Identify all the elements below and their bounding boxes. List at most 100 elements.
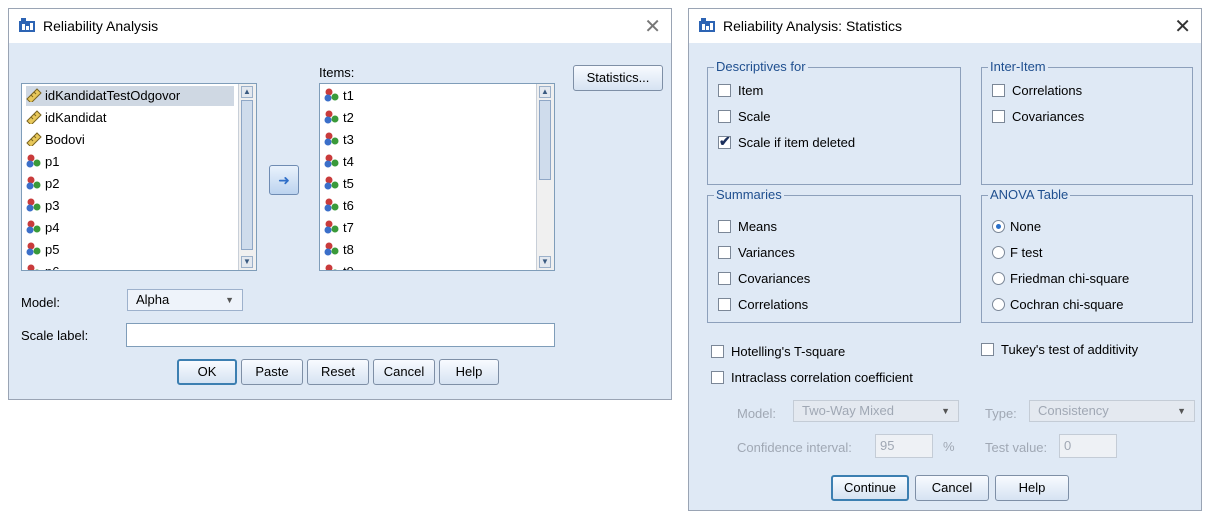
variances-checkbox[interactable] (718, 246, 731, 259)
anova-none-radio[interactable] (992, 220, 1005, 233)
item-variable[interactable]: t2 (324, 108, 354, 128)
icc-model-value: Two-Way Mixed (802, 403, 894, 418)
close-icon[interactable]: ✕ (1174, 14, 1191, 39)
reliability-analysis-dialog: Reliability Analysis ✕ idKandidatTestOdg… (8, 8, 672, 400)
item-variable[interactable]: t4 (324, 152, 354, 172)
inter-item-correlations-checkbox[interactable] (992, 84, 1005, 97)
scroll-up-arrow[interactable]: ▲ (539, 86, 551, 98)
cancel-button[interactable]: Cancel (373, 359, 435, 385)
item-variable[interactable]: t7 (324, 218, 354, 238)
reset-button[interactable]: Reset (307, 359, 369, 385)
hotelling-checkbox[interactable] (711, 345, 724, 358)
confidence-interval-label: Confidence interval: (737, 440, 852, 455)
model-dropdown[interactable]: Alpha ▼ (127, 289, 243, 311)
help-button[interactable]: Help (995, 475, 1069, 501)
source-variable-item[interactable]: Bodovi (26, 130, 234, 150)
icc-type-dropdown[interactable]: Consistency ▼ (1029, 400, 1195, 422)
means-checkbox[interactable] (718, 220, 731, 233)
inter-item-covariances-checkbox[interactable] (992, 110, 1005, 123)
item-variable[interactable]: t8 (324, 240, 354, 260)
nominal-icon (26, 176, 42, 190)
scroll-thumb[interactable] (241, 100, 253, 250)
test-value-input[interactable]: 0 (1059, 434, 1117, 458)
anova-none-label: None (1010, 219, 1042, 234)
scroll-down-arrow[interactable]: ▼ (539, 256, 551, 268)
descriptives-group: Descriptives for Item Scale ✔ Scale if i… (707, 59, 961, 185)
variable-name: t2 (343, 110, 354, 125)
item-variable[interactable]: t3 (324, 130, 354, 150)
tukey-checkbox[interactable] (981, 343, 994, 356)
anova-ftest-radio[interactable] (992, 246, 1005, 259)
scroll-thumb[interactable] (539, 100, 551, 180)
tukey-label: Tukey's test of additivity (1001, 342, 1139, 357)
ok-button[interactable]: OK (177, 359, 237, 385)
nominal-icon (26, 198, 42, 212)
anova-friedman-label: Friedman chi-square (1010, 271, 1130, 286)
inter-item-correlations-label: Correlations (1012, 83, 1083, 98)
variable-name: p1 (45, 154, 60, 169)
scroll-up-arrow[interactable]: ▲ (241, 86, 253, 98)
icc-type-label: Type: (985, 406, 1017, 421)
summaries-group: Summaries Means Variances Covariances Co… (707, 187, 961, 323)
source-variable-item[interactable]: p1 (26, 152, 234, 172)
model-label: Model: (21, 295, 61, 310)
item-checkbox[interactable] (718, 84, 731, 97)
variable-name: t4 (343, 154, 354, 169)
intraclass-checkbox[interactable] (711, 371, 724, 384)
dialog-title: Reliability Analysis (43, 18, 159, 34)
source-variable-item[interactable]: idKandidatTestOdgovor (26, 86, 234, 106)
title-bar: Reliability Analysis ✕ (9, 9, 671, 43)
ruler-icon (26, 132, 42, 146)
scale-label-input[interactable] (126, 323, 555, 347)
source-variable-item[interactable]: p6 (26, 262, 234, 270)
source-variable-item[interactable]: idKandidat (26, 108, 234, 128)
anova-friedman-radio[interactable] (992, 272, 1005, 285)
variable-name: t6 (343, 198, 354, 213)
inter-item-group: Inter-Item Correlations Covariances (981, 59, 1193, 185)
source-variable-item[interactable]: p2 (26, 174, 234, 194)
nominal-icon (26, 242, 42, 256)
scale-if-item-deleted-checkbox[interactable]: ✔ (718, 133, 731, 149)
source-variable-item[interactable]: p4 (26, 218, 234, 238)
spss-app-icon (19, 18, 35, 32)
dialog-client-area: idKandidatTestOdgovor idKandidat Bodovi p1 p… (9, 43, 671, 399)
ruler-icon (26, 110, 42, 124)
source-variable-item[interactable]: p5 (26, 240, 234, 260)
item-variable[interactable]: t9 (324, 262, 354, 270)
cancel-button[interactable]: Cancel (915, 475, 989, 501)
paste-button[interactable]: Paste (241, 359, 303, 385)
item-variable[interactable]: t5 (324, 174, 354, 194)
nominal-icon (324, 154, 340, 168)
continue-button[interactable]: Continue (831, 475, 909, 501)
confidence-interval-input[interactable]: 95 (875, 434, 933, 458)
close-icon[interactable]: ✕ (644, 14, 661, 39)
intraclass-label: Intraclass correlation coefficient (731, 370, 913, 385)
items-list-scrollbar[interactable]: ▲ ▼ (536, 84, 554, 270)
statistics-button[interactable]: Statistics... (573, 65, 663, 91)
help-button[interactable]: Help (439, 359, 499, 385)
source-variable-list[interactable]: idKandidatTestOdgovor idKandidat Bodovi p1 p… (21, 83, 257, 271)
icc-model-dropdown[interactable]: Two-Way Mixed ▼ (793, 400, 959, 422)
means-label: Means (738, 219, 778, 234)
inter-item-covariances-label: Covariances (1012, 109, 1085, 124)
items-list[interactable]: t1 t2 t3 t4 t5 t6 t7 t8 t9 ▲ ▼ (319, 83, 555, 271)
item-label: Item (738, 83, 764, 98)
variable-name: p6 (45, 264, 59, 270)
summaries-covariances-checkbox[interactable] (718, 272, 731, 285)
item-variable[interactable]: t1 (324, 86, 354, 106)
scale-checkbox[interactable] (718, 110, 731, 123)
confidence-interval-unit: % (943, 439, 955, 454)
source-list-scrollbar[interactable]: ▲ ▼ (238, 84, 256, 270)
variable-name: Bodovi (45, 132, 85, 147)
scroll-down-arrow[interactable]: ▼ (241, 256, 253, 268)
nominal-icon (324, 176, 340, 190)
scale-label-label: Scale label: (21, 328, 89, 343)
hotelling-label: Hotelling's T-square (731, 344, 846, 359)
anova-cochran-radio[interactable] (992, 298, 1005, 311)
move-to-items-button[interactable]: ➜ (269, 165, 299, 195)
summaries-correlations-checkbox[interactable] (718, 298, 731, 311)
test-value-label: Test value: (985, 440, 1048, 455)
arrow-right-icon: ➜ (278, 172, 290, 188)
item-variable[interactable]: t6 (324, 196, 354, 216)
source-variable-item[interactable]: p3 (26, 196, 234, 216)
